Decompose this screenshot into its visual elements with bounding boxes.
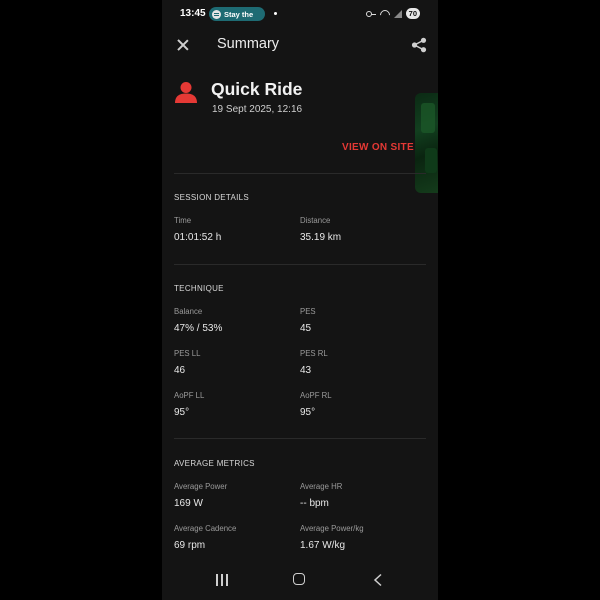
divider	[174, 264, 426, 265]
back-button[interactable]	[372, 573, 384, 587]
field-label-avg-cadence: Average Cadence	[174, 524, 237, 533]
recents-button[interactable]	[215, 574, 229, 586]
section-title-technique: TECHNIQUE	[174, 284, 224, 293]
section-title-average: AVERAGE METRICS	[174, 459, 255, 468]
ride-date: 19 Sept 2025, 12:16	[212, 104, 303, 115]
status-time: 13:45	[180, 8, 206, 19]
recents-icon	[216, 574, 218, 586]
divider	[174, 438, 426, 439]
back-icon	[373, 573, 382, 587]
field-label-distance: Distance	[300, 216, 331, 225]
signal-icon	[393, 9, 402, 18]
user-avatar-icon	[175, 82, 197, 103]
share-icon	[411, 37, 427, 53]
close-button[interactable]	[174, 36, 192, 54]
vpn-key-icon	[365, 10, 376, 17]
field-value-avg-hr: -- bpm	[300, 498, 329, 509]
page-title: Summary	[217, 36, 280, 52]
field-value-avg-cadence: 69 rpm	[174, 540, 206, 551]
field-label-aopf-ll: AoPF LL	[174, 391, 205, 400]
field-label-pes: PES	[300, 307, 316, 316]
ride-title: Quick Ride	[211, 79, 303, 99]
battery-indicator: 70	[405, 8, 420, 19]
spotify-icon	[212, 9, 221, 19]
share-button[interactable]	[410, 36, 428, 54]
field-value-aopf-rl: 95°	[300, 407, 316, 418]
field-value-avg-power-kg: 1.67 W/kg	[300, 540, 346, 551]
field-label-avg-power-kg: Average Power/kg	[300, 524, 364, 533]
wifi-icon	[380, 10, 390, 18]
field-label-balance: Balance	[174, 307, 203, 316]
field-value-balance: 47% / 53%	[174, 323, 223, 334]
media-pill-text: Stay the	[224, 9, 254, 19]
section-title-session: SESSION DETAILS	[174, 193, 250, 202]
divider	[174, 173, 426, 174]
field-value-avg-power: 169 W	[174, 498, 203, 509]
system-icons: 70	[365, 8, 420, 19]
phone-screen: 13:45 Stay the 70 Summary Quick Ride 19 …	[162, 0, 438, 600]
home-button[interactable]	[293, 573, 305, 585]
field-value-time: 01:01:52 h	[174, 232, 222, 243]
field-value-pes-rl: 43	[300, 365, 312, 376]
field-label-avg-power: Average Power	[174, 482, 228, 491]
field-label-aopf-rl: AoPF RL	[300, 391, 332, 400]
media-pill[interactable]: Stay the	[209, 7, 265, 21]
view-on-site-link[interactable]: VIEW ON SITE	[342, 142, 414, 153]
field-label-pes-ll: PES LL	[174, 349, 201, 358]
field-label-avg-hr: Average HR	[300, 482, 343, 491]
route-map-thumbnail[interactable]	[415, 93, 438, 193]
notification-dot-icon	[274, 12, 277, 15]
field-value-pes: 45	[300, 323, 312, 334]
field-value-pes-ll: 46	[174, 365, 186, 376]
field-value-aopf-ll: 95°	[174, 407, 190, 418]
app-bar: Summary	[162, 30, 438, 60]
field-value-distance: 35.19 km	[300, 232, 342, 243]
field-label-time: Time	[174, 216, 192, 225]
field-label-pes-rl: PES RL	[300, 349, 328, 358]
status-bar: 13:45 Stay the 70	[162, 0, 438, 28]
system-nav-bar	[162, 562, 438, 600]
